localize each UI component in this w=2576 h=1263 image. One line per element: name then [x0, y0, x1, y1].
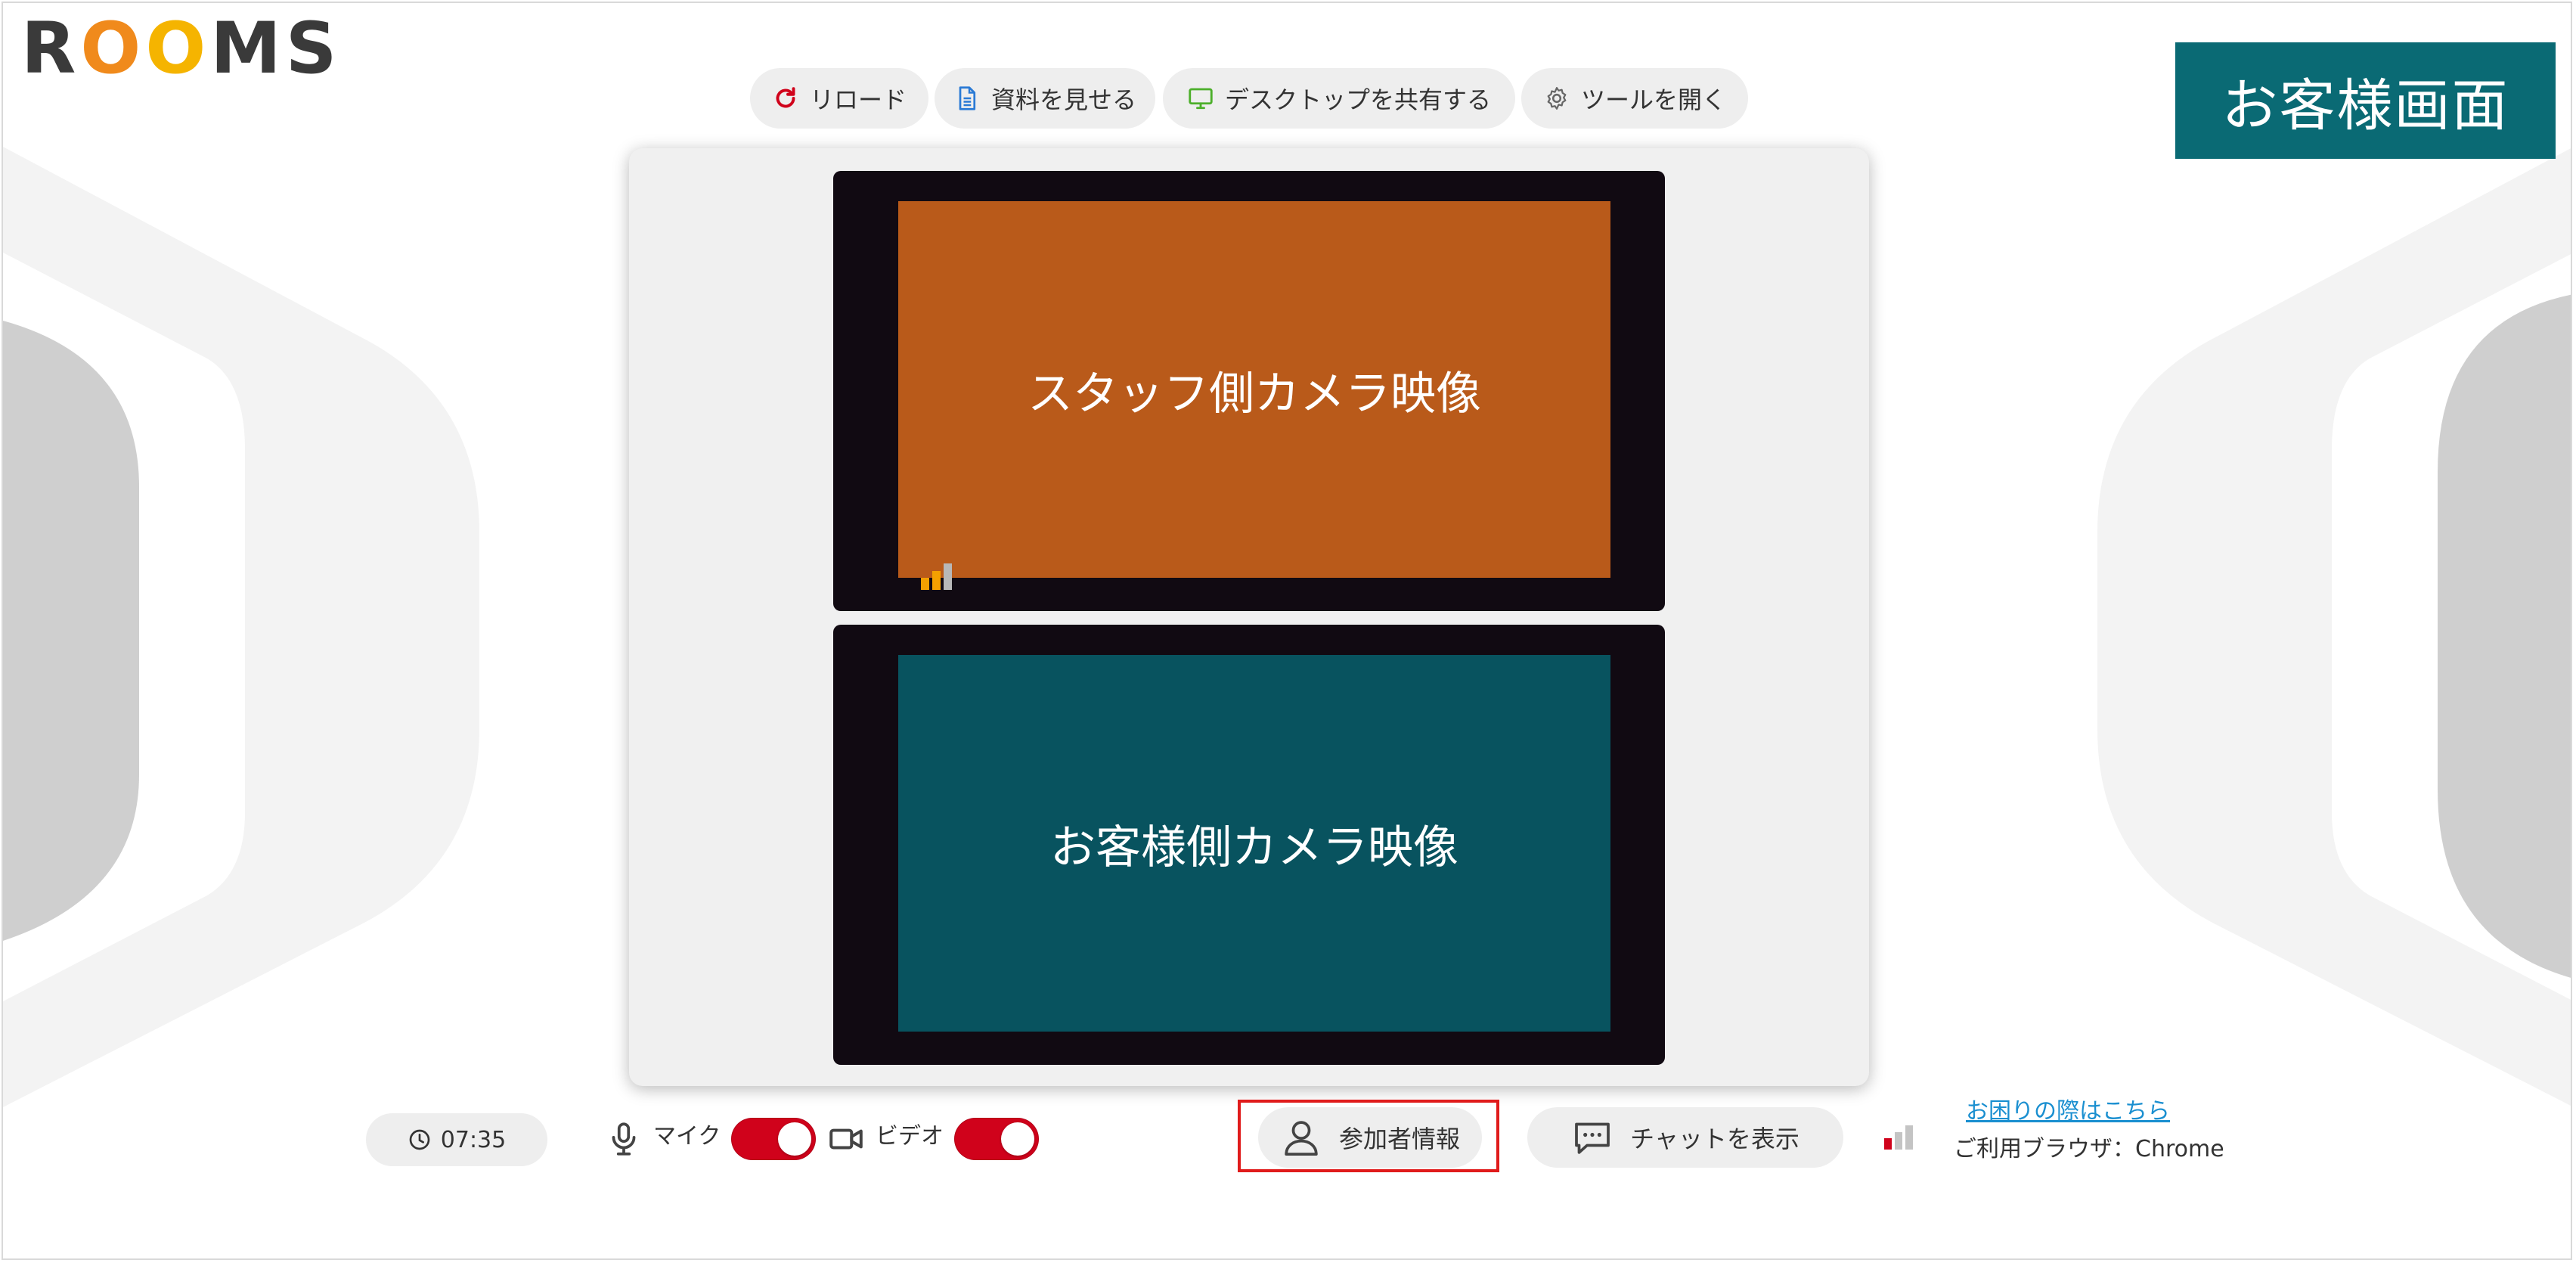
- reload-icon: [776, 87, 795, 108]
- video-toggle[interactable]: [954, 1118, 1039, 1160]
- customer-video: お客様側カメラ映像: [898, 655, 1610, 1032]
- monitor-icon: [1189, 88, 1213, 110]
- reload-label: リロード: [809, 85, 907, 114]
- browser-info: ご利用ブラウザ：Chrome: [1954, 1136, 2224, 1162]
- participants-button[interactable]: 参加者情報: [1258, 1107, 1482, 1168]
- open-tools-label: ツールを開く: [1580, 85, 1726, 114]
- open-tools-button[interactable]: ツールを開く: [1521, 68, 1748, 129]
- person-icon: [1285, 1121, 1318, 1156]
- show-chat-button[interactable]: チャットを表示: [1527, 1107, 1843, 1168]
- share-desktop-button[interactable]: デスクトップを共有する: [1163, 68, 1515, 129]
- chat-bubble-icon: [1575, 1122, 1610, 1154]
- video-panel: スタッフ側カメラ映像 お客様側カメラ映像: [629, 148, 1869, 1086]
- customer-video-label: お客様側カメラ映像: [1050, 821, 1458, 874]
- gear-icon: [1547, 87, 1567, 110]
- mic-label: マイク: [653, 1123, 721, 1150]
- video-toggle-knob: [1001, 1122, 1034, 1156]
- microphone-icon: [612, 1122, 636, 1156]
- call-timer: 07:35: [366, 1113, 547, 1166]
- timer-value: 07:35: [440, 1126, 507, 1153]
- customer-video-frame: お客様側カメラ映像: [833, 625, 1665, 1065]
- mic-control: マイク: [605, 1109, 817, 1169]
- clock-icon: [409, 1129, 430, 1150]
- mic-toggle-knob: [778, 1122, 812, 1156]
- staff-video: スタッフ側カメラ映像: [898, 201, 1610, 578]
- video-label: ビデオ: [876, 1123, 944, 1150]
- video-camera-icon: [829, 1128, 863, 1150]
- app-frame: R O O M S リロード 資料を見せる デスクトップを共有する ツールを開く…: [2, 2, 2572, 1260]
- video-control: ビデオ: [827, 1109, 1039, 1169]
- mic-toggle[interactable]: [731, 1118, 817, 1160]
- document-icon: [959, 86, 976, 110]
- participants-label: 参加者情報: [1338, 1125, 1460, 1153]
- customer-screen-label: お客様画面: [2175, 42, 2556, 159]
- signal-bars-icon: [921, 563, 952, 590]
- reload-button[interactable]: リロード: [750, 68, 928, 129]
- show-documents-label: 資料を見せる: [990, 85, 1136, 114]
- staff-video-label: スタッフ側カメラ映像: [1028, 367, 1481, 420]
- bottom-control-bar: 07:35 マイク ビデオ 参加者情報 チャットを表示 お困りの際はこちら ご利…: [3, 1092, 2571, 1183]
- network-signal-icon: [1884, 1125, 1913, 1150]
- share-desktop-label: デスクトップを共有する: [1224, 85, 1491, 114]
- show-documents-button[interactable]: 資料を見せる: [935, 68, 1155, 129]
- help-link[interactable]: お困りの際はこちら: [1966, 1092, 2170, 1125]
- staff-video-frame: スタッフ側カメラ映像: [833, 171, 1665, 611]
- show-chat-label: チャットを表示: [1630, 1125, 1799, 1153]
